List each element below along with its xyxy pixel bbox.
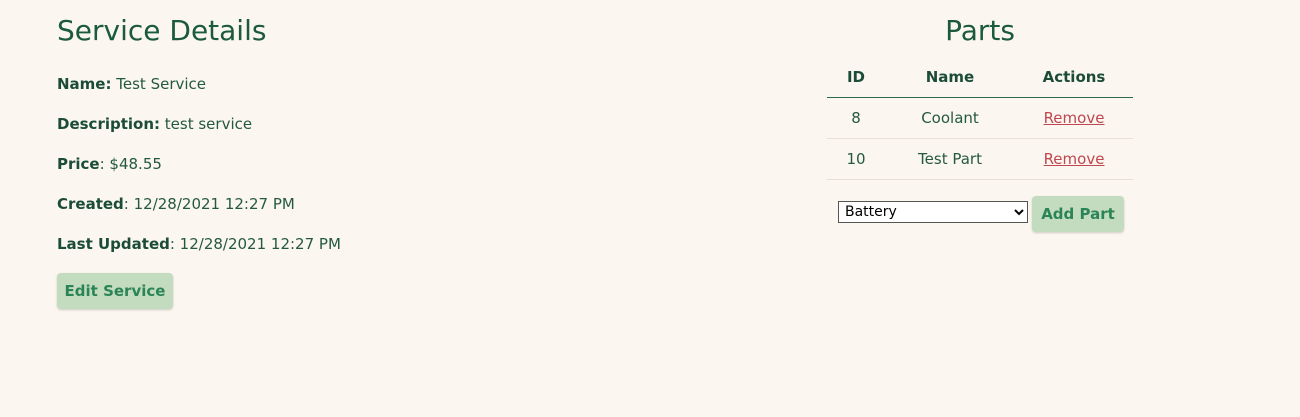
- edit-service-button[interactable]: Edit Service: [57, 273, 173, 309]
- add-part-button[interactable]: Add Part: [1032, 196, 1124, 232]
- service-price-label: Price: [57, 155, 100, 173]
- page-title: Service Details: [57, 14, 267, 47]
- service-description-field: Description: test service: [57, 115, 252, 133]
- column-header-actions: Actions: [1015, 56, 1133, 98]
- part-name-cell: Coolant: [885, 97, 1015, 139]
- remove-part-link[interactable]: Remove: [1044, 109, 1105, 127]
- part-id-cell: 10: [827, 138, 885, 180]
- service-created-field: Created: 12/28/2021 12:27 PM: [57, 195, 295, 213]
- part-select[interactable]: Battery: [838, 201, 1028, 223]
- table-row: 10 Test Part Remove: [827, 138, 1133, 180]
- service-updated-label: Last Updated: [57, 235, 170, 253]
- part-name-cell: Test Part: [885, 138, 1015, 180]
- service-price-value: : $48.55: [99, 155, 162, 173]
- part-id-cell: 8: [827, 97, 885, 139]
- service-name-field: Name: Test Service: [57, 75, 206, 93]
- column-header-id: ID: [827, 56, 885, 98]
- service-description-value: test service: [164, 115, 253, 133]
- part-actions-cell: Remove: [1015, 97, 1133, 139]
- page: Service Details Name: Test Service Descr…: [0, 0, 1300, 417]
- service-updated-field: Last Updated: 12/28/2021 12:27 PM: [57, 235, 341, 253]
- column-header-name: Name: [885, 56, 1015, 98]
- service-created-label: Created: [57, 195, 124, 213]
- parts-table-header: ID Name Actions: [827, 56, 1133, 98]
- service-created-value: : 12/28/2021 12:27 PM: [123, 195, 295, 213]
- service-price-field: Price: $48.55: [57, 155, 162, 173]
- part-actions-cell: Remove: [1015, 138, 1133, 180]
- service-description-label: Description:: [57, 115, 161, 133]
- remove-part-link[interactable]: Remove: [1044, 150, 1105, 168]
- parts-title: Parts: [945, 14, 1015, 47]
- parts-table: ID Name Actions 8 Coolant Remove 10 Test…: [827, 56, 1133, 180]
- service-name-label: Name:: [57, 75, 112, 93]
- table-row: 8 Coolant Remove: [827, 97, 1133, 139]
- service-updated-value: : 12/28/2021 12:27 PM: [169, 235, 341, 253]
- service-name-value: Test Service: [116, 75, 207, 93]
